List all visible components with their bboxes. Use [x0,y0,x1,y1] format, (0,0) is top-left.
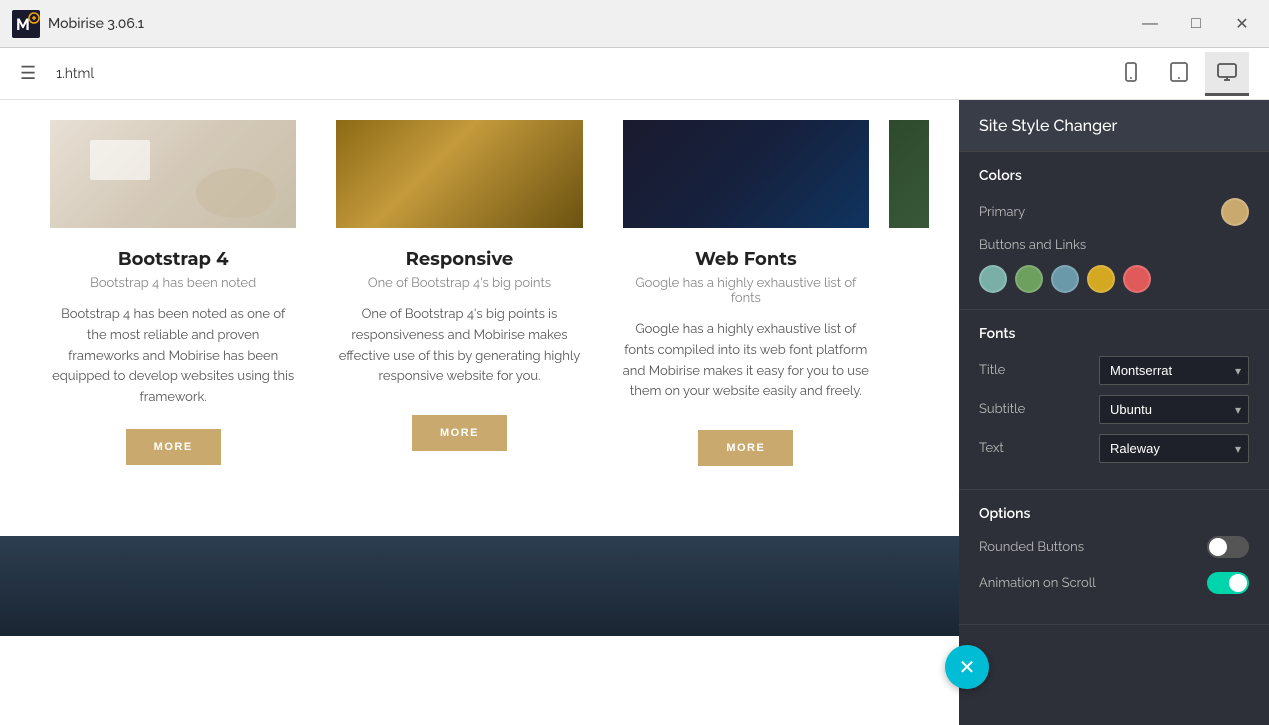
fonts-section-title: Fonts [979,326,1249,342]
close-button[interactable]: ✕ [1227,9,1257,39]
animation-scroll-knob [1229,574,1247,592]
card-3-more-button[interactable]: MORE [698,430,793,466]
text-font-select[interactable]: Raleway Montserrat Ubuntu Open Sans Robo… [1099,434,1249,463]
side-panel-header: Site Style Changer [959,100,1269,152]
title-bar-controls: — □ ✕ [1135,9,1257,39]
hamburger-icon[interactable]: ☰ [20,63,36,84]
subtitle-font-label: Subtitle [979,402,1025,417]
animation-scroll-row: Animation on Scroll [979,572,1249,594]
color-swatch-4[interactable] [1123,265,1151,293]
side-panel: Site Style Changer Colors Primary Button… [959,100,1269,725]
card-1-image [50,120,296,228]
card-3-subtitle: Google has a highly exhaustive list of f… [623,276,869,306]
maximize-button[interactable]: □ [1181,9,1211,39]
page-content: Bootstrap 4 Bootstrap 4 has been noted B… [0,100,959,725]
primary-color-label: Primary [979,205,1025,220]
card-2-more-button[interactable]: MORE [412,415,507,451]
card-1-subtitle: Bootstrap 4 has been noted [50,276,296,291]
color-swatch-2[interactable] [1051,265,1079,293]
tablet-icon [1168,61,1190,83]
subtitle-font-row: Subtitle Ubuntu Montserrat Raleway Open … [979,395,1249,424]
app-logo: M [12,10,40,38]
file-name: 1.html [56,66,1089,82]
card-1: Bootstrap 4 Bootstrap 4 has been noted B… [30,120,316,496]
bottom-section [0,536,959,636]
fonts-section: Fonts Title Montserrat Ubuntu Raleway Op… [959,310,1269,490]
rounded-buttons-toggle[interactable] [1207,536,1249,558]
title-font-select-wrapper: Montserrat Ubuntu Raleway Open Sans Robo… [1099,356,1249,385]
color-swatch-1[interactable] [1015,265,1043,293]
color-swatch-0[interactable] [979,265,1007,293]
card-3: Web Fonts Google has a highly exhaustive… [603,120,889,496]
card-1-body: Bootstrap 4 has been noted as one of the… [50,305,296,409]
subtitle-font-select[interactable]: Ubuntu Montserrat Raleway Open Sans Robo… [1099,395,1249,424]
card-4-image-partial [889,120,929,228]
mobile-view-button[interactable] [1109,52,1153,96]
card-3-body: Google has a highly exhaustive list of f… [623,320,869,410]
desktop-icon [1216,61,1238,83]
svg-text:M: M [16,15,30,34]
card-2-title: Responsive [336,248,582,270]
card-4-partial [889,120,929,496]
card-3-title: Web Fonts [623,248,869,270]
card-1-title: Bootstrap 4 [50,248,296,270]
rounded-buttons-knob [1209,538,1227,556]
title-font-row: Title Montserrat Ubuntu Raleway Open San… [979,356,1249,385]
buttons-links-label: Buttons and Links [979,238,1086,253]
primary-color-swatch[interactable] [1221,198,1249,226]
device-icons [1109,52,1249,96]
toolbar: ☰ 1.html [0,48,1269,100]
title-font-label: Title [979,363,1005,378]
color-swatch-3[interactable] [1087,265,1115,293]
title-bar-left: M Mobirise 3.06.1 [12,10,144,38]
desktop-view-button[interactable] [1205,52,1249,96]
main-area: Bootstrap 4 Bootstrap 4 has been noted B… [0,100,1269,725]
title-font-select[interactable]: Montserrat Ubuntu Raleway Open Sans Robo… [1099,356,1249,385]
colors-section: Colors Primary Buttons and Links [959,152,1269,310]
card-2: Responsive One of Bootstrap 4's big poin… [316,120,602,496]
buttons-links-swatches [979,265,1249,293]
text-font-row: Text Raleway Montserrat Ubuntu Open Sans… [979,434,1249,463]
card-2-body: One of Bootstrap 4's big points is respo… [336,305,582,395]
minimize-button[interactable]: — [1135,9,1165,39]
options-section: Options Rounded Buttons Animation on Scr… [959,490,1269,625]
subtitle-font-select-wrapper: Ubuntu Montserrat Raleway Open Sans Robo… [1099,395,1249,424]
fab-button[interactable]: ✕ [945,645,989,689]
colors-section-title: Colors [979,168,1249,184]
side-panel-title: Site Style Changer [979,116,1117,135]
app-title: Mobirise 3.06.1 [48,16,144,32]
card-1-more-button[interactable]: MORE [126,429,221,465]
mobile-icon [1120,61,1142,83]
text-font-label: Text [979,441,1004,456]
title-bar: M Mobirise 3.06.1 — □ ✕ [0,0,1269,48]
rounded-buttons-row: Rounded Buttons [979,536,1249,558]
options-section-title: Options [979,506,1249,522]
rounded-buttons-label: Rounded Buttons [979,540,1084,555]
animation-scroll-label: Animation on Scroll [979,576,1096,591]
animation-scroll-toggle[interactable] [1207,572,1249,594]
tablet-view-button[interactable] [1157,52,1201,96]
card-2-subtitle: One of Bootstrap 4's big points [336,276,582,291]
buttons-links-row: Buttons and Links [979,238,1249,253]
card-3-image [623,120,869,228]
card-2-image [336,120,582,228]
text-font-select-wrapper: Raleway Montserrat Ubuntu Open Sans Robo… [1099,434,1249,463]
cards-section: Bootstrap 4 Bootstrap 4 has been noted B… [0,100,959,536]
primary-color-row: Primary [979,198,1249,226]
